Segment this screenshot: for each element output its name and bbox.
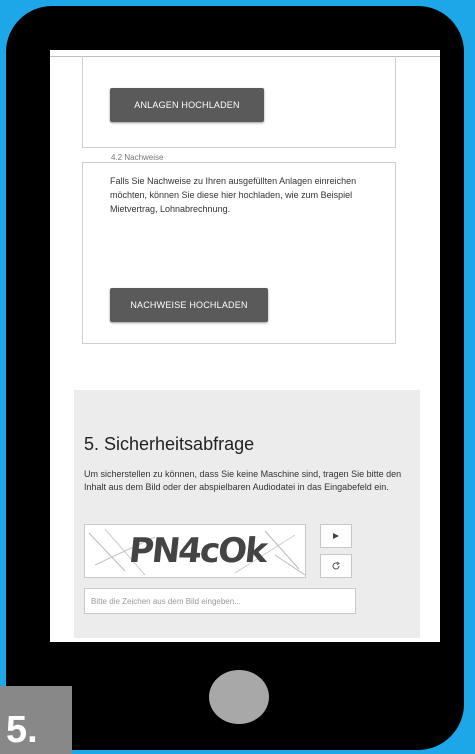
- nachweise-description: Falls Sie Nachweise zu Ihren ausgefüllte…: [110, 176, 357, 214]
- audio-button[interactable]: [320, 524, 352, 548]
- security-title: 5. Sicherheitsabfrage: [84, 434, 255, 454]
- nachweise-upload-button[interactable]: NACHWEISE HOCHLADEN: [110, 288, 268, 322]
- captcha-text: PN4cOk: [126, 531, 268, 571]
- refresh-icon: [332, 561, 340, 570]
- step-badge: 5.: [0, 686, 72, 754]
- captcha-image: PN4cOk: [84, 524, 306, 578]
- captcha-input[interactable]: [84, 588, 356, 614]
- home-button[interactable]: [209, 670, 269, 724]
- phone-screen: ANLAGEN HOCHLADEN 4.2 Nachweise Falls Si…: [50, 50, 440, 642]
- anlagen-upload-button[interactable]: ANLAGEN HOCHLADEN: [110, 88, 264, 122]
- refresh-button[interactable]: [320, 554, 352, 578]
- phone-frame: ANLAGEN HOCHLADEN 4.2 Nachweise Falls Si…: [6, 6, 464, 750]
- play-icon: [333, 533, 339, 539]
- nachweise-legend: 4.2 Nachweise: [108, 153, 167, 162]
- security-description: Um sicherstellen zu können, dass Sie kei…: [84, 469, 402, 492]
